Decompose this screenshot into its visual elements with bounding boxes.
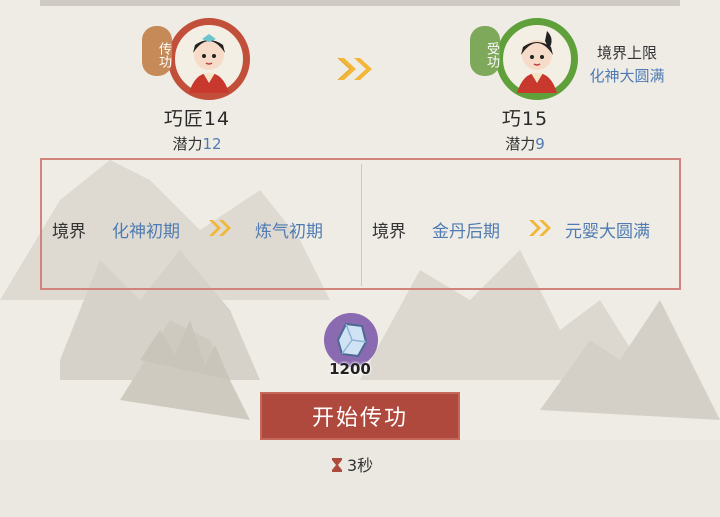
potential-label: 潜力 [172,135,203,153]
double-arrow-icon [209,220,231,236]
timer: 3秒 [330,452,400,476]
giver-tag: 传功 [142,26,172,76]
transfer-arrow-icon [337,57,372,81]
giver-avatar [168,18,250,100]
panel-divider [361,164,362,286]
potential-value: 9 [535,135,545,153]
giver-name: 巧匠14 [163,108,231,130]
giver-card[interactable]: 传功 巧匠14 潜力12 [132,6,262,154]
receiver-potential: 潜力9 [460,133,590,154]
receiver-card[interactable]: 受功 巧15 潜力9 [460,6,590,154]
realm-panel: 境界 化神初期 炼气初期 境界 金丹后期 元婴大圆满 [40,158,681,290]
receiver-portrait[interactable]: 受功 [470,6,580,106]
receiver-name: 巧15 [501,108,549,130]
potential-label: 潜力 [505,135,536,153]
realm-to: 炼气初期 [255,222,323,242]
giver-portrait[interactable]: 传功 [142,6,252,106]
receiver-avatar [496,18,578,100]
potential-value: 12 [202,135,222,153]
realm-limit: 境界上限 化神大圆满 [572,42,682,86]
start-transfer-button[interactable]: 开始传功 [260,392,460,440]
realm-label: 境界 [372,222,406,242]
realm-from: 金丹后期 [432,222,500,242]
receiver-tag: 受功 [470,26,500,76]
realm-limit-label: 境界上限 [596,44,657,62]
cost-amount: 1200 [329,360,371,378]
hourglass-icon [332,458,342,472]
realm-to: 元婴大圆满 [565,222,650,242]
realm-label: 境界 [52,222,86,242]
giver-potential: 潜力12 [132,133,262,154]
double-arrow-icon [529,220,551,236]
realm-from: 化神初期 [112,222,180,242]
timer-text: 3秒 [347,456,374,475]
realm-limit-value: 化神大圆满 [589,67,665,85]
